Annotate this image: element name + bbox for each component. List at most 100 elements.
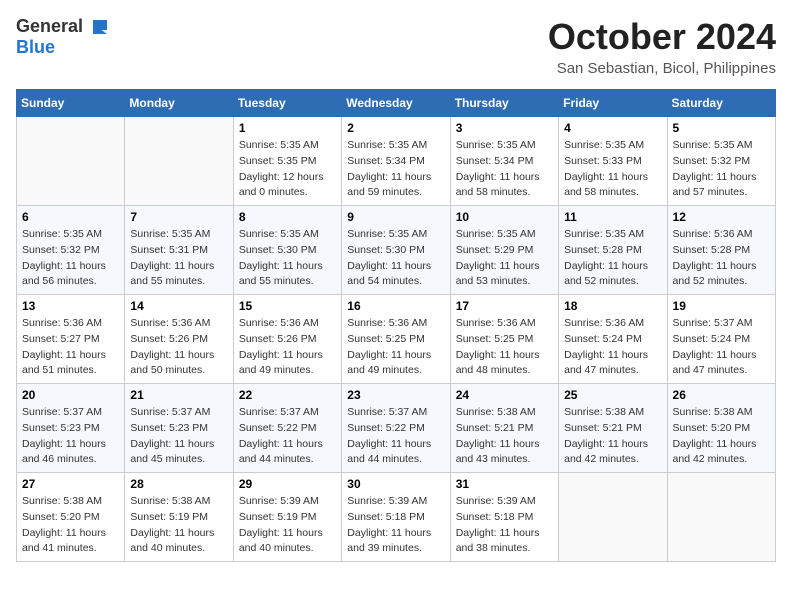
calendar-cell: 3Sunrise: 5:35 AM Sunset: 5:34 PM Daylig…	[450, 117, 558, 206]
day-number: 7	[130, 210, 227, 224]
day-info: Sunrise: 5:37 AM Sunset: 5:23 PM Dayligh…	[130, 405, 227, 468]
weekday-header: Monday	[125, 90, 233, 117]
logo: General Blue	[16, 16, 109, 58]
calendar-cell: 6Sunrise: 5:35 AM Sunset: 5:32 PM Daylig…	[17, 206, 125, 295]
weekday-header: Tuesday	[233, 90, 341, 117]
day-info: Sunrise: 5:39 AM Sunset: 5:18 PM Dayligh…	[347, 494, 444, 557]
day-number: 2	[347, 121, 444, 135]
calendar-cell	[125, 117, 233, 206]
day-number: 24	[456, 388, 553, 402]
calendar-week-row: 13 Sunrise: 5:36 AM Sunset: 5:27 PM Dayli…	[17, 295, 776, 384]
day-info: Sunrise: 5:37 AM Sunset: 5:24 PM Dayligh…	[673, 316, 770, 379]
day-number: 13	[22, 299, 119, 313]
day-number: 26	[673, 388, 770, 402]
calendar-cell: 1 Sunrise: 5:35 AM Sunset: 5:35 PM Daylig…	[233, 117, 341, 206]
day-number: 5	[673, 121, 770, 135]
day-number: 1	[239, 121, 336, 135]
calendar-table: SundayMondayTuesdayWednesdayThursdayFrid…	[16, 89, 776, 562]
calendar-cell: 27 Sunrise: 5:38 AM Sunset: 5:20 PM Dayli…	[17, 473, 125, 562]
day-number: 21	[130, 388, 227, 402]
calendar-week-row: 27 Sunrise: 5:38 AM Sunset: 5:20 PM Dayli…	[17, 473, 776, 562]
day-number: 23	[347, 388, 444, 402]
day-info: Sunrise: 5:35 AM Sunset: 5:30 PM Dayligh…	[239, 227, 336, 290]
title-area: October 2024 San Sebastian, Bicol, Phili…	[548, 16, 776, 77]
location-title: San Sebastian, Bicol, Philippines	[548, 60, 776, 77]
day-number: 15	[239, 299, 336, 313]
calendar-cell: 24Sunrise: 5:38 AM Sunset: 5:21 PM Dayli…	[450, 384, 558, 473]
calendar-cell: 23 Sunrise: 5:37 AM Sunset: 5:22 PM Dayli…	[342, 384, 450, 473]
day-info: Sunrise: 5:39 AM Sunset: 5:18 PM Dayligh…	[456, 494, 553, 557]
day-info: Sunrise: 5:38 AM Sunset: 5:19 PM Dayligh…	[130, 494, 227, 557]
day-number: 25	[564, 388, 661, 402]
calendar-cell: 4 Sunrise: 5:35 AM Sunset: 5:33 PM Daylig…	[559, 117, 667, 206]
day-number: 18	[564, 299, 661, 313]
calendar-week-row: 1 Sunrise: 5:35 AM Sunset: 5:35 PM Daylig…	[17, 117, 776, 206]
day-number: 10	[456, 210, 553, 224]
day-info: Sunrise: 5:36 AM Sunset: 5:25 PM Dayligh…	[347, 316, 444, 379]
day-info: Sunrise: 5:37 AM Sunset: 5:23 PM Dayligh…	[22, 405, 119, 468]
day-info: Sunrise: 5:38 AM Sunset: 5:20 PM Dayligh…	[673, 405, 770, 468]
calendar-cell: 20 Sunrise: 5:37 AM Sunset: 5:23 PM Dayli…	[17, 384, 125, 473]
logo-icon	[85, 18, 109, 36]
day-info: Sunrise: 5:36 AM Sunset: 5:27 PM Dayligh…	[22, 316, 119, 379]
header: General Blue October 2024 San Sebastian,…	[16, 16, 776, 77]
calendar-week-row: 6Sunrise: 5:35 AM Sunset: 5:32 PM Daylig…	[17, 206, 776, 295]
day-number: 19	[673, 299, 770, 313]
day-number: 8	[239, 210, 336, 224]
day-info: Sunrise: 5:37 AM Sunset: 5:22 PM Dayligh…	[239, 405, 336, 468]
day-number: 16	[347, 299, 444, 313]
calendar-cell: 26 Sunrise: 5:38 AM Sunset: 5:20 PM Dayli…	[667, 384, 775, 473]
calendar-cell: 10Sunrise: 5:35 AM Sunset: 5:29 PM Dayli…	[450, 206, 558, 295]
day-info: Sunrise: 5:38 AM Sunset: 5:21 PM Dayligh…	[564, 405, 661, 468]
calendar-cell: 21 Sunrise: 5:37 AM Sunset: 5:23 PM Dayli…	[125, 384, 233, 473]
day-number: 20	[22, 388, 119, 402]
calendar-cell: 13 Sunrise: 5:36 AM Sunset: 5:27 PM Dayli…	[17, 295, 125, 384]
day-number: 4	[564, 121, 661, 135]
calendar-cell	[17, 117, 125, 206]
calendar-week-row: 20 Sunrise: 5:37 AM Sunset: 5:23 PM Dayli…	[17, 384, 776, 473]
calendar-cell: 8 Sunrise: 5:35 AM Sunset: 5:30 PM Daylig…	[233, 206, 341, 295]
day-info: Sunrise: 5:35 AM Sunset: 5:33 PM Dayligh…	[564, 138, 661, 201]
day-number: 22	[239, 388, 336, 402]
calendar-cell: 9Sunrise: 5:35 AM Sunset: 5:30 PM Daylig…	[342, 206, 450, 295]
calendar-cell: 17Sunrise: 5:36 AM Sunset: 5:25 PM Dayli…	[450, 295, 558, 384]
weekday-header: Wednesday	[342, 90, 450, 117]
day-info: Sunrise: 5:36 AM Sunset: 5:26 PM Dayligh…	[239, 316, 336, 379]
day-number: 28	[130, 477, 227, 491]
calendar-cell	[559, 473, 667, 562]
calendar-cell: 7 Sunrise: 5:35 AM Sunset: 5:31 PM Daylig…	[125, 206, 233, 295]
logo-general-text: General	[16, 16, 83, 37]
day-number: 9	[347, 210, 444, 224]
day-number: 11	[564, 210, 661, 224]
calendar-cell: 25 Sunrise: 5:38 AM Sunset: 5:21 PM Dayli…	[559, 384, 667, 473]
day-number: 14	[130, 299, 227, 313]
day-info: Sunrise: 5:35 AM Sunset: 5:35 PM Dayligh…	[239, 138, 336, 201]
calendar-header-row: SundayMondayTuesdayWednesdayThursdayFrid…	[17, 90, 776, 117]
calendar-cell: 31 Sunrise: 5:39 AM Sunset: 5:18 PM Dayli…	[450, 473, 558, 562]
day-info: Sunrise: 5:39 AM Sunset: 5:19 PM Dayligh…	[239, 494, 336, 557]
calendar-cell: 14 Sunrise: 5:36 AM Sunset: 5:26 PM Dayli…	[125, 295, 233, 384]
day-number: 27	[22, 477, 119, 491]
calendar-cell: 18 Sunrise: 5:36 AM Sunset: 5:24 PM Dayli…	[559, 295, 667, 384]
day-number: 12	[673, 210, 770, 224]
day-info: Sunrise: 5:36 AM Sunset: 5:24 PM Dayligh…	[564, 316, 661, 379]
day-info: Sunrise: 5:37 AM Sunset: 5:22 PM Dayligh…	[347, 405, 444, 468]
weekday-header: Sunday	[17, 90, 125, 117]
day-number: 29	[239, 477, 336, 491]
day-info: Sunrise: 5:35 AM Sunset: 5:31 PM Dayligh…	[130, 227, 227, 290]
day-number: 31	[456, 477, 553, 491]
calendar-cell: 11Sunrise: 5:35 AM Sunset: 5:28 PM Dayli…	[559, 206, 667, 295]
day-info: Sunrise: 5:35 AM Sunset: 5:32 PM Dayligh…	[673, 138, 770, 201]
calendar-cell: 5 Sunrise: 5:35 AM Sunset: 5:32 PM Daylig…	[667, 117, 775, 206]
calendar-cell: 30Sunrise: 5:39 AM Sunset: 5:18 PM Dayli…	[342, 473, 450, 562]
calendar-cell: 28 Sunrise: 5:38 AM Sunset: 5:19 PM Dayli…	[125, 473, 233, 562]
calendar-cell: 29 Sunrise: 5:39 AM Sunset: 5:19 PM Dayli…	[233, 473, 341, 562]
calendar-cell: 15 Sunrise: 5:36 AM Sunset: 5:26 PM Dayli…	[233, 295, 341, 384]
weekday-header: Saturday	[667, 90, 775, 117]
weekday-header: Friday	[559, 90, 667, 117]
month-title: October 2024	[548, 16, 776, 58]
logo-blue-text: Blue	[16, 37, 55, 57]
day-info: Sunrise: 5:36 AM Sunset: 5:25 PM Dayligh…	[456, 316, 553, 379]
day-info: Sunrise: 5:36 AM Sunset: 5:26 PM Dayligh…	[130, 316, 227, 379]
day-info: Sunrise: 5:38 AM Sunset: 5:20 PM Dayligh…	[22, 494, 119, 557]
